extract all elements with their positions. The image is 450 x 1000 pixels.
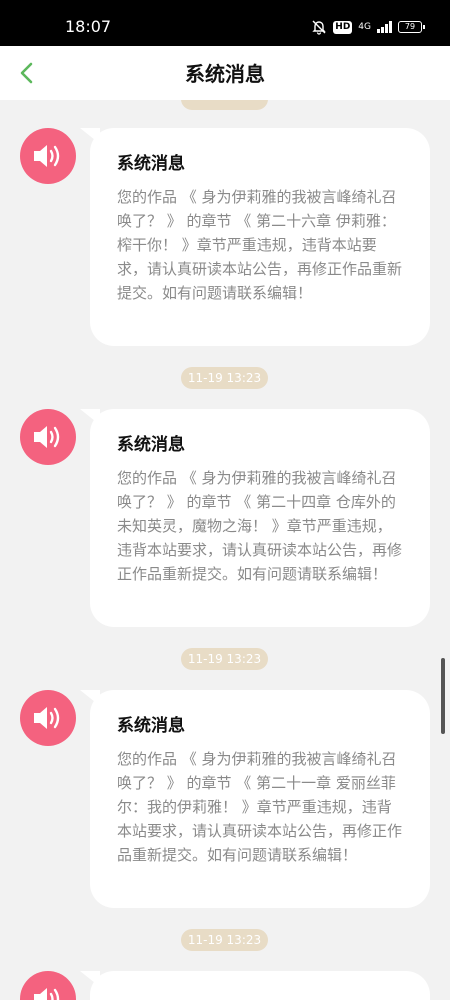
speaker-icon — [34, 988, 60, 1000]
bell-off-icon — [311, 19, 327, 35]
scrollbar-thumb[interactable] — [441, 658, 445, 734]
message-body: 您的作品 《 身为伊莉雅的我被言峰绮礼召唤了？ 》 的章节 《 第二十一章 爱丽… — [117, 750, 403, 864]
message-title: 系统消息 — [117, 435, 185, 455]
status-time: 18:07 — [65, 17, 112, 36]
speaker-icon — [34, 426, 60, 448]
message-body: 您的作品 《 身为伊莉雅的我被言峰绮礼召唤了？ 》 的章节 《 第二十四章 仓库… — [117, 469, 403, 583]
avatar[interactable] — [20, 971, 76, 1000]
status-bar: 18:07 HD 4G 79 — [0, 0, 450, 46]
message-list[interactable]: 系统消息 您的作品 《 身为伊莉雅的我被言峰绮礼召唤了？ 》 的章节 《 第二十… — [0, 100, 450, 1000]
message-bubble[interactable]: 系统消息 您的作品 《 身为伊莉雅的我被言峰绮礼召唤了？ 》 的章节 《 第二十… — [80, 128, 430, 346]
message-bubble[interactable]: 系统消息 您的作品 《 身为伊莉雅的我被言峰绮礼召唤了？ 》 的章节 《 第二十… — [80, 690, 430, 908]
avatar[interactable] — [20, 409, 76, 465]
message-bubble[interactable] — [80, 971, 430, 1000]
timestamp-pill: 11-19 13:23 — [181, 367, 268, 389]
bubble-tail — [80, 690, 100, 706]
timestamp-pill: 11-19 13:23 — [181, 648, 268, 670]
page-title: 系统消息 — [185, 62, 265, 86]
speaker-icon — [34, 145, 60, 167]
bubble-tail — [80, 128, 100, 144]
message-title: 系统消息 — [117, 154, 185, 174]
message-bubble[interactable]: 系统消息 您的作品 《 身为伊莉雅的我被言峰绮礼召唤了？ 》 的章节 《 第二十… — [80, 409, 430, 627]
speaker-icon — [34, 707, 60, 729]
bubble-tail — [80, 971, 100, 987]
hd-badge: HD — [333, 20, 353, 34]
network-type: 4G — [358, 22, 371, 32]
app-header: 系统消息 — [0, 46, 450, 100]
status-icons: HD 4G 79 — [311, 18, 425, 36]
message-body: 您的作品 《 身为伊莉雅的我被言峰绮礼召唤了？ 》 的章节 《 第二十六章 伊莉… — [117, 188, 403, 302]
avatar[interactable] — [20, 128, 76, 184]
avatar[interactable] — [20, 690, 76, 746]
timestamp-pill: 11-19 13:23 — [181, 929, 268, 951]
signal-icon — [377, 21, 392, 33]
battery-icon: 79 — [398, 21, 425, 33]
bubble-tail — [80, 409, 100, 425]
message-title: 系统消息 — [117, 716, 185, 736]
timestamp-pill — [181, 100, 268, 110]
